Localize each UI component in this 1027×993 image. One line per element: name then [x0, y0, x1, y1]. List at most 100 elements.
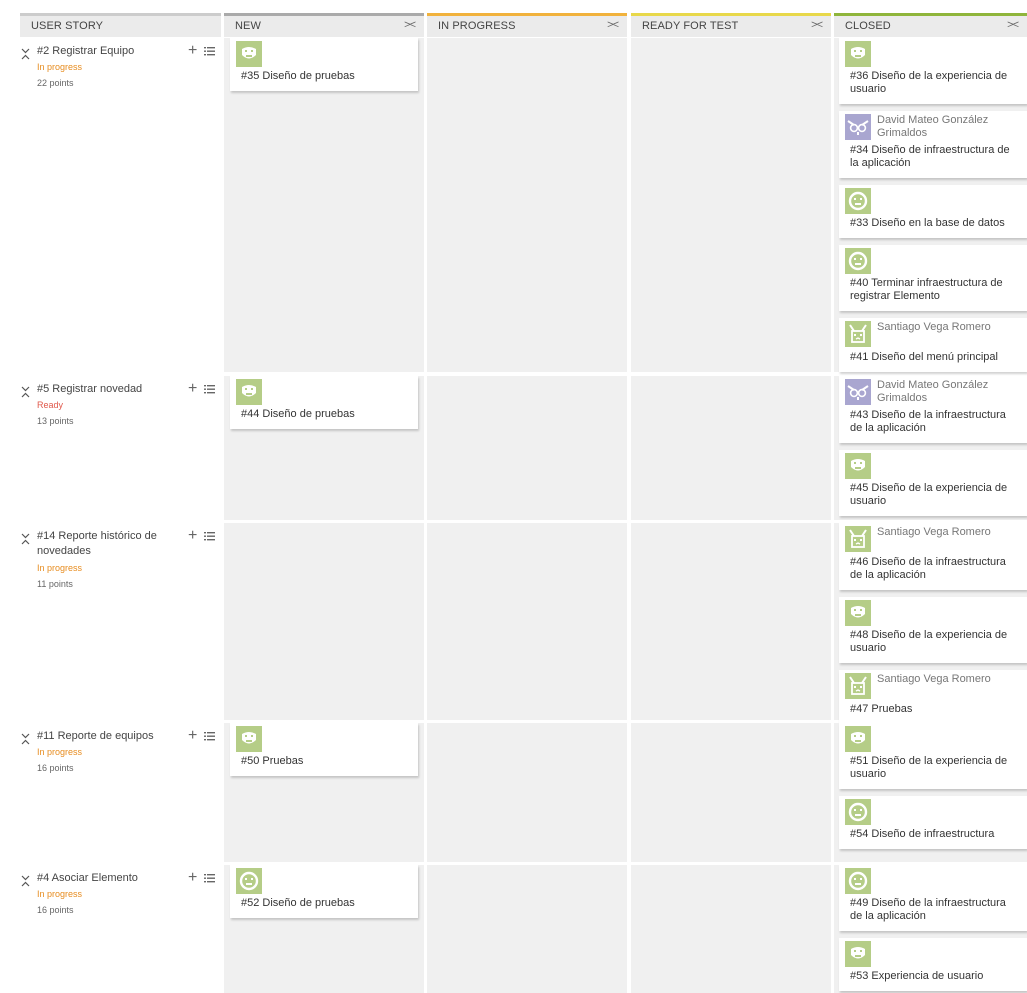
- task-card[interactable]: David Mateo González Grimaldos #34 Diseño…: [839, 111, 1027, 178]
- story-points: 22 points: [37, 78, 74, 88]
- cell-ready-for-test: [631, 865, 831, 993]
- avatar: [845, 114, 871, 140]
- task-card[interactable]: David Mateo González Grimaldos #43 Diseño…: [839, 376, 1027, 443]
- avatar: [845, 379, 871, 405]
- user-story-title[interactable]: #4 Asociar Elemento: [37, 871, 182, 886]
- avatar: [845, 526, 871, 552]
- collapse-toggle-icon[interactable]: [20, 44, 32, 60]
- task-title: #34 Diseño de infraestructura de la apli…: [850, 144, 1010, 169]
- user-story: #5 Registrar novedad Ready 13 points +: [20, 381, 221, 520]
- task-card[interactable]: #50 Pruebas: [230, 723, 418, 776]
- status-badge: In progress: [37, 889, 83, 899]
- fold-column-icon[interactable]: ><: [811, 19, 823, 31]
- add-task-icon[interactable]: +: [188, 528, 197, 544]
- fold-column-icon[interactable]: ><: [607, 19, 619, 31]
- avatar: [845, 248, 871, 274]
- task-title: #50 Pruebas: [241, 755, 304, 767]
- assignee-name: Santiago Vega Romero: [877, 321, 991, 333]
- task-card[interactable]: #48 Diseño de la experiencia de usuario: [839, 597, 1027, 663]
- task-card[interactable]: #33 Diseño en la base de datos: [839, 185, 1027, 238]
- task-card[interactable]: #40 Terminar infraestructura de registra…: [839, 245, 1027, 311]
- assignee-name: Santiago Vega Romero: [877, 673, 991, 685]
- task-title: #51 Diseño de la experiencia de usuario: [850, 755, 1008, 780]
- task-title: #49 Diseño de la infraestructura de la a…: [850, 897, 1006, 922]
- collapse-toggle-icon[interactable]: [20, 729, 32, 745]
- user-story: #4 Asociar Elemento In progress 16 points +: [20, 870, 221, 993]
- fold-column-icon[interactable]: ><: [1007, 19, 1019, 31]
- avatar: [845, 41, 871, 67]
- avatar: [845, 188, 871, 214]
- assignee-name: David Mateo González Grimaldos: [877, 379, 989, 404]
- cell-in-progress: [427, 376, 627, 520]
- story-points: 16 points: [37, 763, 74, 773]
- bulk-add-icon[interactable]: [204, 731, 215, 742]
- column-title: IN PROGRESS: [438, 20, 516, 32]
- user-story-title[interactable]: #2 Registrar Equipo: [37, 44, 182, 59]
- avatar: [236, 379, 262, 405]
- cell-ready-for-test: [631, 723, 831, 862]
- task-card[interactable]: #44 Diseño de pruebas: [230, 376, 418, 429]
- task-card[interactable]: #45 Diseño de la experiencia de usuario: [839, 450, 1027, 516]
- task-title: #53 Experiencia de usuario: [850, 970, 984, 982]
- add-task-icon[interactable]: +: [188, 870, 197, 886]
- add-task-icon[interactable]: +: [188, 381, 197, 397]
- avatar: [236, 868, 262, 894]
- bulk-add-icon[interactable]: [204, 873, 215, 884]
- story-points: 16 points: [37, 905, 74, 915]
- task-card[interactable]: #35 Diseño de pruebas: [230, 38, 418, 91]
- cell-ready-for-test: [631, 523, 831, 720]
- avatar: [845, 799, 871, 825]
- task-title: #48 Diseño de la experiencia de usuario: [850, 629, 1008, 654]
- user-story-title[interactable]: #5 Registrar novedad: [37, 382, 182, 397]
- task-card[interactable]: Santiago Vega Romero #41 Diseño del menú …: [839, 318, 1027, 372]
- add-task-icon[interactable]: +: [188, 728, 197, 744]
- task-card[interactable]: #49 Diseño de la infraestructura de la a…: [839, 865, 1027, 931]
- bulk-add-icon[interactable]: [204, 531, 215, 542]
- column-title: USER STORY: [31, 20, 104, 32]
- avatar: [845, 868, 871, 894]
- task-card[interactable]: #52 Diseño de pruebas: [230, 865, 418, 918]
- task-title: #35 Diseño de pruebas: [241, 70, 355, 82]
- status-badge: In progress: [37, 563, 83, 573]
- avatar: [845, 453, 871, 479]
- task-card[interactable]: Santiago Vega Romero #47 Pruebas: [839, 670, 1027, 724]
- task-title: #54 Diseño de infraestructura: [850, 828, 995, 840]
- task-card[interactable]: #54 Diseño de infraestructura: [839, 796, 1027, 849]
- user-story: #2 Registrar Equipo In progress 22 points +: [20, 43, 221, 372]
- avatar: [236, 41, 262, 67]
- status-badge: In progress: [37, 747, 83, 757]
- cell-ready-for-test: [631, 376, 831, 520]
- status-badge: In progress: [37, 62, 83, 72]
- avatar: [845, 941, 871, 967]
- fold-column-icon[interactable]: ><: [404, 19, 416, 31]
- task-title: #36 Diseño de la experiencia de usuario: [850, 70, 1008, 95]
- task-title: #40 Terminar infraestructura de registra…: [850, 277, 1003, 302]
- user-story: #11 Reporte de equipos In progress 16 poin…: [20, 728, 221, 862]
- collapse-toggle-icon[interactable]: [20, 382, 32, 398]
- task-title: #33 Diseño en la base de datos: [850, 217, 1005, 229]
- avatar: [845, 673, 871, 699]
- task-card[interactable]: #36 Diseño de la experiencia de usuario: [839, 38, 1027, 104]
- cell-in-progress: [427, 523, 627, 720]
- column-title: READY FOR TEST: [642, 20, 739, 32]
- add-task-icon[interactable]: +: [188, 43, 197, 59]
- collapse-toggle-icon[interactable]: [20, 529, 32, 545]
- task-title: #41 Diseño del menú principal: [850, 351, 998, 363]
- task-title: #45 Diseño de la experiencia de usuario: [850, 482, 1008, 507]
- task-card[interactable]: Santiago Vega Romero #46 Diseño de la inf…: [839, 523, 1027, 590]
- column-title: CLOSED: [845, 20, 891, 32]
- user-story-title[interactable]: #11 Reporte de equipos: [37, 729, 182, 744]
- column-header-in-progress: IN PROGRESS ><: [427, 13, 627, 37]
- cell-ready-for-test: [631, 38, 831, 372]
- cell-in-progress: [427, 723, 627, 862]
- task-card[interactable]: #53 Experiencia de usuario: [839, 938, 1027, 991]
- task-title: #44 Diseño de pruebas: [241, 408, 355, 420]
- task-title: #47 Pruebas: [850, 703, 913, 715]
- bulk-add-icon[interactable]: [204, 384, 215, 395]
- cell-new: [224, 523, 424, 720]
- user-story-title[interactable]: #14 Reporte histórico de novedades: [37, 529, 182, 559]
- bulk-add-icon[interactable]: [204, 46, 215, 57]
- cell-in-progress: [427, 38, 627, 372]
- collapse-toggle-icon[interactable]: [20, 871, 32, 887]
- task-card[interactable]: #51 Diseño de la experiencia de usuario: [839, 723, 1027, 789]
